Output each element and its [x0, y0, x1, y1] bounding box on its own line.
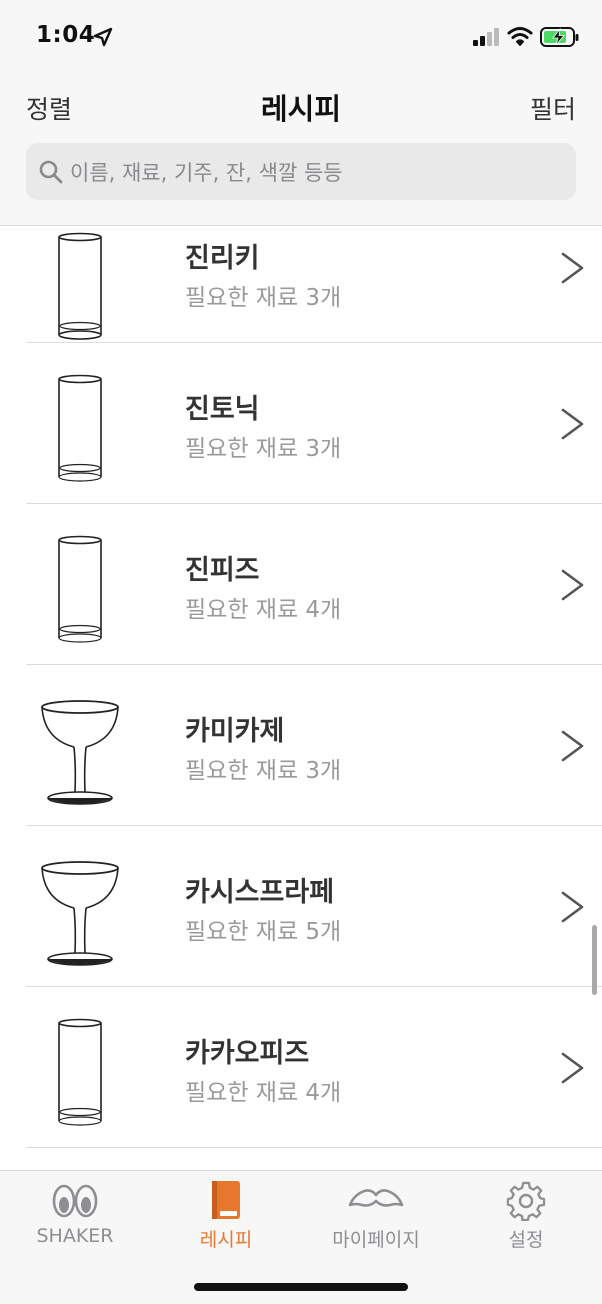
search-input[interactable]: 이름, 재료, 기주, 잔, 색깔 등등 — [26, 143, 576, 200]
eyes-icon — [52, 1184, 98, 1218]
recipe-ingredient-count: 필요한 재료 5개 — [185, 919, 342, 945]
tab-label: 레시피 — [199, 1229, 253, 1251]
highball-glass-icon — [58, 374, 102, 482]
wifi-icon — [507, 27, 533, 46]
row-divider — [26, 1147, 602, 1148]
recipe-row[interactable]: 카시스프라페 필요한 재료 5개 — [0, 826, 602, 987]
chevron-right-icon — [561, 408, 584, 440]
recipe-row[interactable]: 카미카제 필요한 재료 3개 — [0, 665, 602, 826]
page-title: 레시피 — [260, 92, 342, 126]
book-icon — [212, 1181, 240, 1219]
search-icon — [39, 160, 63, 184]
recipe-ingredient-count: 필요한 재료 3개 — [185, 436, 342, 462]
recipe-ingredient-count: 필요한 재료 4개 — [185, 1080, 342, 1106]
highball-glass-icon — [58, 1018, 102, 1126]
highball-glass-icon — [58, 535, 102, 643]
recipe-name: 카시스프라페 — [185, 877, 335, 908]
gear-icon — [506, 1181, 546, 1221]
recipe-ingredient-count: 필요한 재료 4개 — [185, 597, 342, 623]
recipe-name: 진토닉 — [185, 394, 260, 425]
chevron-right-icon — [561, 891, 584, 923]
recipe-name: 카카오피즈 — [185, 1038, 310, 1069]
status-bar: 1:04 — [0, 0, 602, 78]
recipe-name: 진피즈 — [185, 555, 260, 586]
chevron-right-icon — [561, 569, 584, 601]
navigation-bar: 정렬 레시피 필터 이름, 재료, 기주, 잔, 색깔 등등 — [0, 78, 602, 226]
recipe-name: 진리키 — [185, 243, 260, 274]
tab-label: 마이페이지 — [332, 1229, 420, 1251]
filter-button[interactable]: 필터 — [530, 90, 576, 126]
coupe-glass-icon — [41, 700, 119, 805]
chevron-right-icon — [561, 1052, 584, 1084]
recipe-name: 카미카제 — [185, 716, 285, 747]
recipe-row[interactable]: 진피즈 필요한 재료 4개 — [0, 504, 602, 665]
tab-label: 설정 — [508, 1229, 544, 1251]
recipe-list[interactable]: 진리키 필요한 재료 3개 진토닉 필요한 재료 3개 진피즈 필요한 재료 4… — [0, 227, 602, 1170]
home-indicator[interactable] — [194, 1283, 408, 1291]
recipe-row[interactable]: 진토닉 필요한 재료 3개 — [0, 343, 602, 504]
tab-recipes[interactable]: 레시피 — [151, 1171, 301, 1261]
coupe-glass-icon — [41, 861, 119, 966]
chevron-right-icon — [561, 252, 584, 284]
tab-mypage[interactable]: 마이페이지 — [301, 1171, 451, 1261]
scrollbar[interactable] — [592, 925, 597, 995]
location-arrow-icon — [93, 27, 113, 47]
recipe-row[interactable]: 진리키 필요한 재료 3개 — [0, 227, 602, 343]
search-placeholder: 이름, 재료, 기주, 잔, 색깔 등등 — [70, 161, 343, 185]
cellular-signal-icon — [473, 28, 499, 46]
highball-glass-icon — [58, 232, 102, 340]
battery-charging-icon — [540, 27, 579, 47]
recipe-ingredient-count: 필요한 재료 3개 — [185, 758, 342, 784]
tab-settings[interactable]: 설정 — [451, 1171, 601, 1261]
chevron-right-icon — [561, 730, 584, 762]
tab-shaker[interactable]: SHAKER — [0, 1171, 150, 1261]
mustache-icon — [348, 1189, 404, 1207]
tab-label: SHAKER — [36, 1225, 114, 1247]
recipe-ingredient-count: 필요한 재료 3개 — [185, 285, 342, 311]
recipe-row[interactable]: 카카오피즈 필요한 재료 4개 — [0, 987, 602, 1148]
status-time: 1:04 — [36, 22, 96, 48]
